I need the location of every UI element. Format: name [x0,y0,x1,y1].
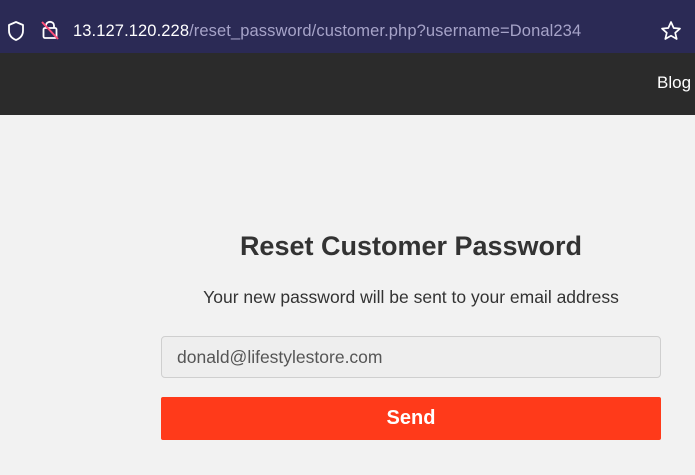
insecure-lock-icon[interactable] [40,19,60,41]
url-path: /reset_password/customer.php?username=Do… [189,22,582,40]
star-icon[interactable] [660,20,682,42]
address-bar[interactable]: 13.127.120.228/reset_password/customer.p… [0,4,695,50]
page-title: Reset Customer Password [239,231,583,261]
page-subtitle: Your new password will be sent to your e… [203,287,619,307]
site-navbar [0,53,695,115]
shield-icon[interactable] [6,20,26,42]
send-button[interactable]: Send [161,397,661,440]
url-text[interactable]: 13.127.120.228/reset_password/customer.p… [73,22,581,41]
nav-link-blog[interactable]: Blog [657,73,691,93]
email-field[interactable] [161,336,661,378]
url-host: 13.127.120.228 [73,22,190,40]
